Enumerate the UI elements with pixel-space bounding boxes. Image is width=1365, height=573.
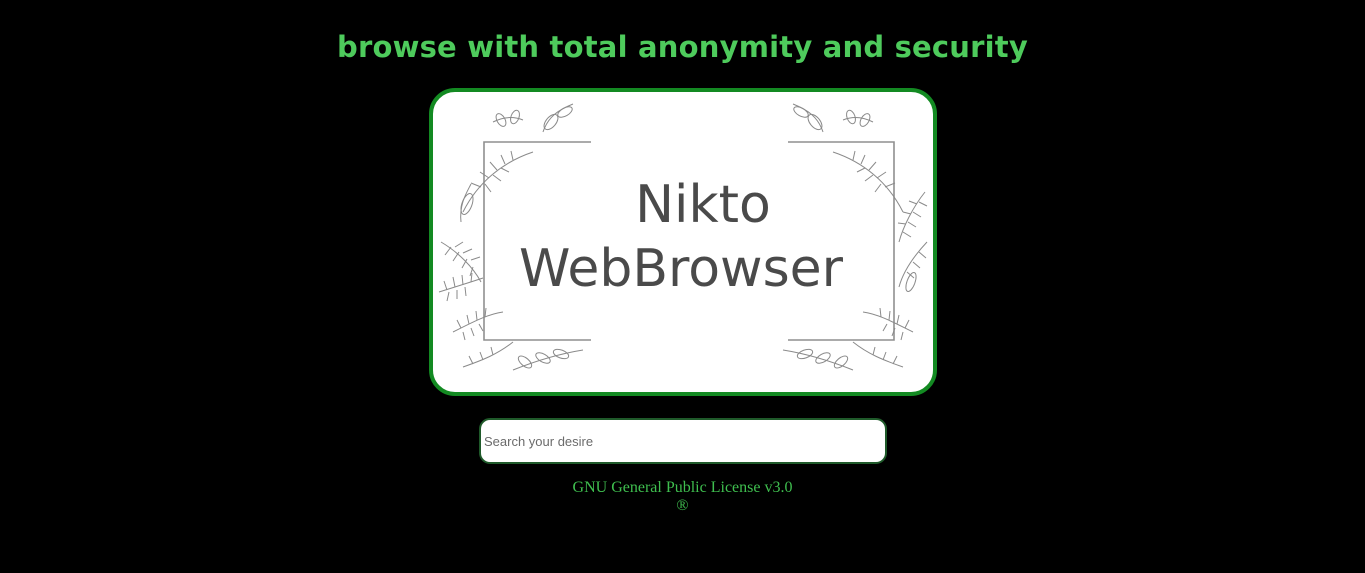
page-headline: browse with total anonymity and security [337,30,1028,64]
logo-image: Nikto WebBrowser [438,103,928,371]
registered-mark: ® [676,497,689,514]
search-input[interactable] [479,418,887,464]
license-link: GNU General Public License v3.0 [572,479,793,496]
leaf-frame-icon [438,103,928,371]
logo-card: Nikto WebBrowser [429,88,937,396]
logo-title-line1: Nikto [635,175,771,235]
logo-title-line2: WebBrowser [519,239,844,299]
footer: GNU General Public License v3.0 ® [0,479,1365,515]
